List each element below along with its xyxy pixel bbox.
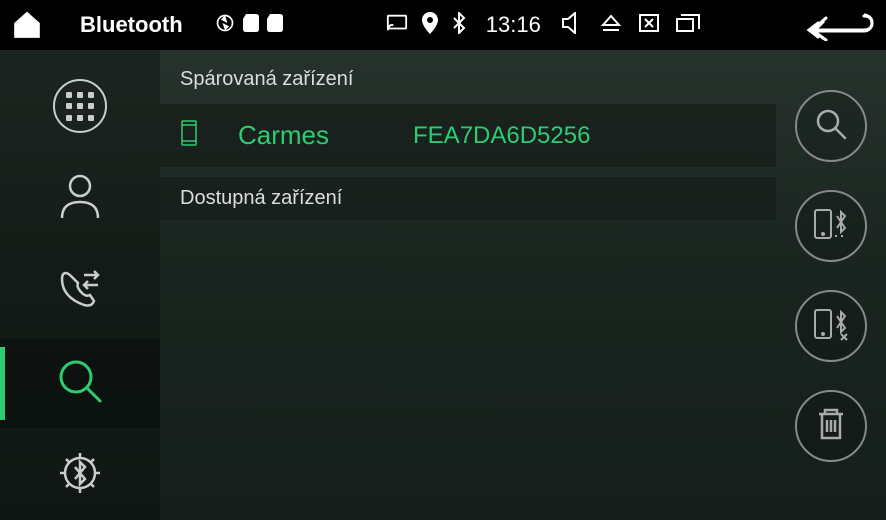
volume-mute-icon[interactable] <box>561 12 585 39</box>
sidebar-item-contacts[interactable] <box>0 154 160 242</box>
device-name: Carmes <box>238 120 329 151</box>
unpair-device-button[interactable] <box>795 290 867 362</box>
body: Spárovaná zařízení Carmes FEA7DA6D5256 D… <box>0 50 886 520</box>
back-icon[interactable] <box>804 28 874 45</box>
home-icon[interactable] <box>12 10 42 40</box>
paired-devices-header: Spárovaná zařízení <box>160 60 776 99</box>
bluetooth-gear-icon <box>54 447 106 504</box>
phone-device-icon <box>180 120 198 151</box>
sd-card-icon <box>243 14 259 37</box>
location-icon <box>422 12 438 39</box>
phone-transfer-icon <box>54 263 106 320</box>
page-title: Bluetooth <box>80 12 183 38</box>
pair-device-button[interactable] <box>795 190 867 262</box>
search-devices-button[interactable] <box>795 90 867 162</box>
search-icon <box>54 355 106 412</box>
bluetooth-icon <box>452 12 466 39</box>
device-mac: FEA7DA6D5256 <box>413 122 590 150</box>
trash-icon <box>815 406 847 447</box>
search-icon <box>813 106 849 147</box>
recent-apps-icon[interactable] <box>675 13 701 38</box>
sidebar-item-search[interactable] <box>0 339 160 427</box>
status-bar-left: Bluetooth <box>12 10 283 40</box>
sidebar-item-dialpad[interactable] <box>0 62 160 150</box>
paired-device-row[interactable]: Carmes FEA7DA6D5256 <box>160 103 776 168</box>
sidebar-item-settings[interactable] <box>0 432 160 520</box>
status-icons-left <box>215 13 283 38</box>
device-bluetooth-pair-icon <box>811 206 851 247</box>
clock: 13:16 <box>486 12 541 38</box>
status-bar: Bluetooth 13:16 <box>0 0 886 50</box>
device-bluetooth-unpair-icon <box>811 306 851 347</box>
sd-card-icon-2 <box>267 14 283 37</box>
aperture-icon <box>215 13 235 38</box>
right-sidebar <box>776 50 886 520</box>
person-icon <box>54 170 106 227</box>
main-content: Spárovaná zařízení Carmes FEA7DA6D5256 D… <box>160 50 776 520</box>
dialpad-icon <box>53 79 107 133</box>
close-window-icon[interactable] <box>637 12 661 39</box>
sidebar-item-call-log[interactable] <box>0 247 160 335</box>
left-sidebar <box>0 50 160 520</box>
status-bar-right <box>804 5 874 46</box>
available-devices-header: Dostupná zařízení <box>160 176 776 221</box>
eject-icon[interactable] <box>599 13 623 38</box>
status-bar-center: 13:16 <box>386 12 701 39</box>
cast-icon <box>386 13 408 38</box>
delete-button[interactable] <box>795 390 867 462</box>
